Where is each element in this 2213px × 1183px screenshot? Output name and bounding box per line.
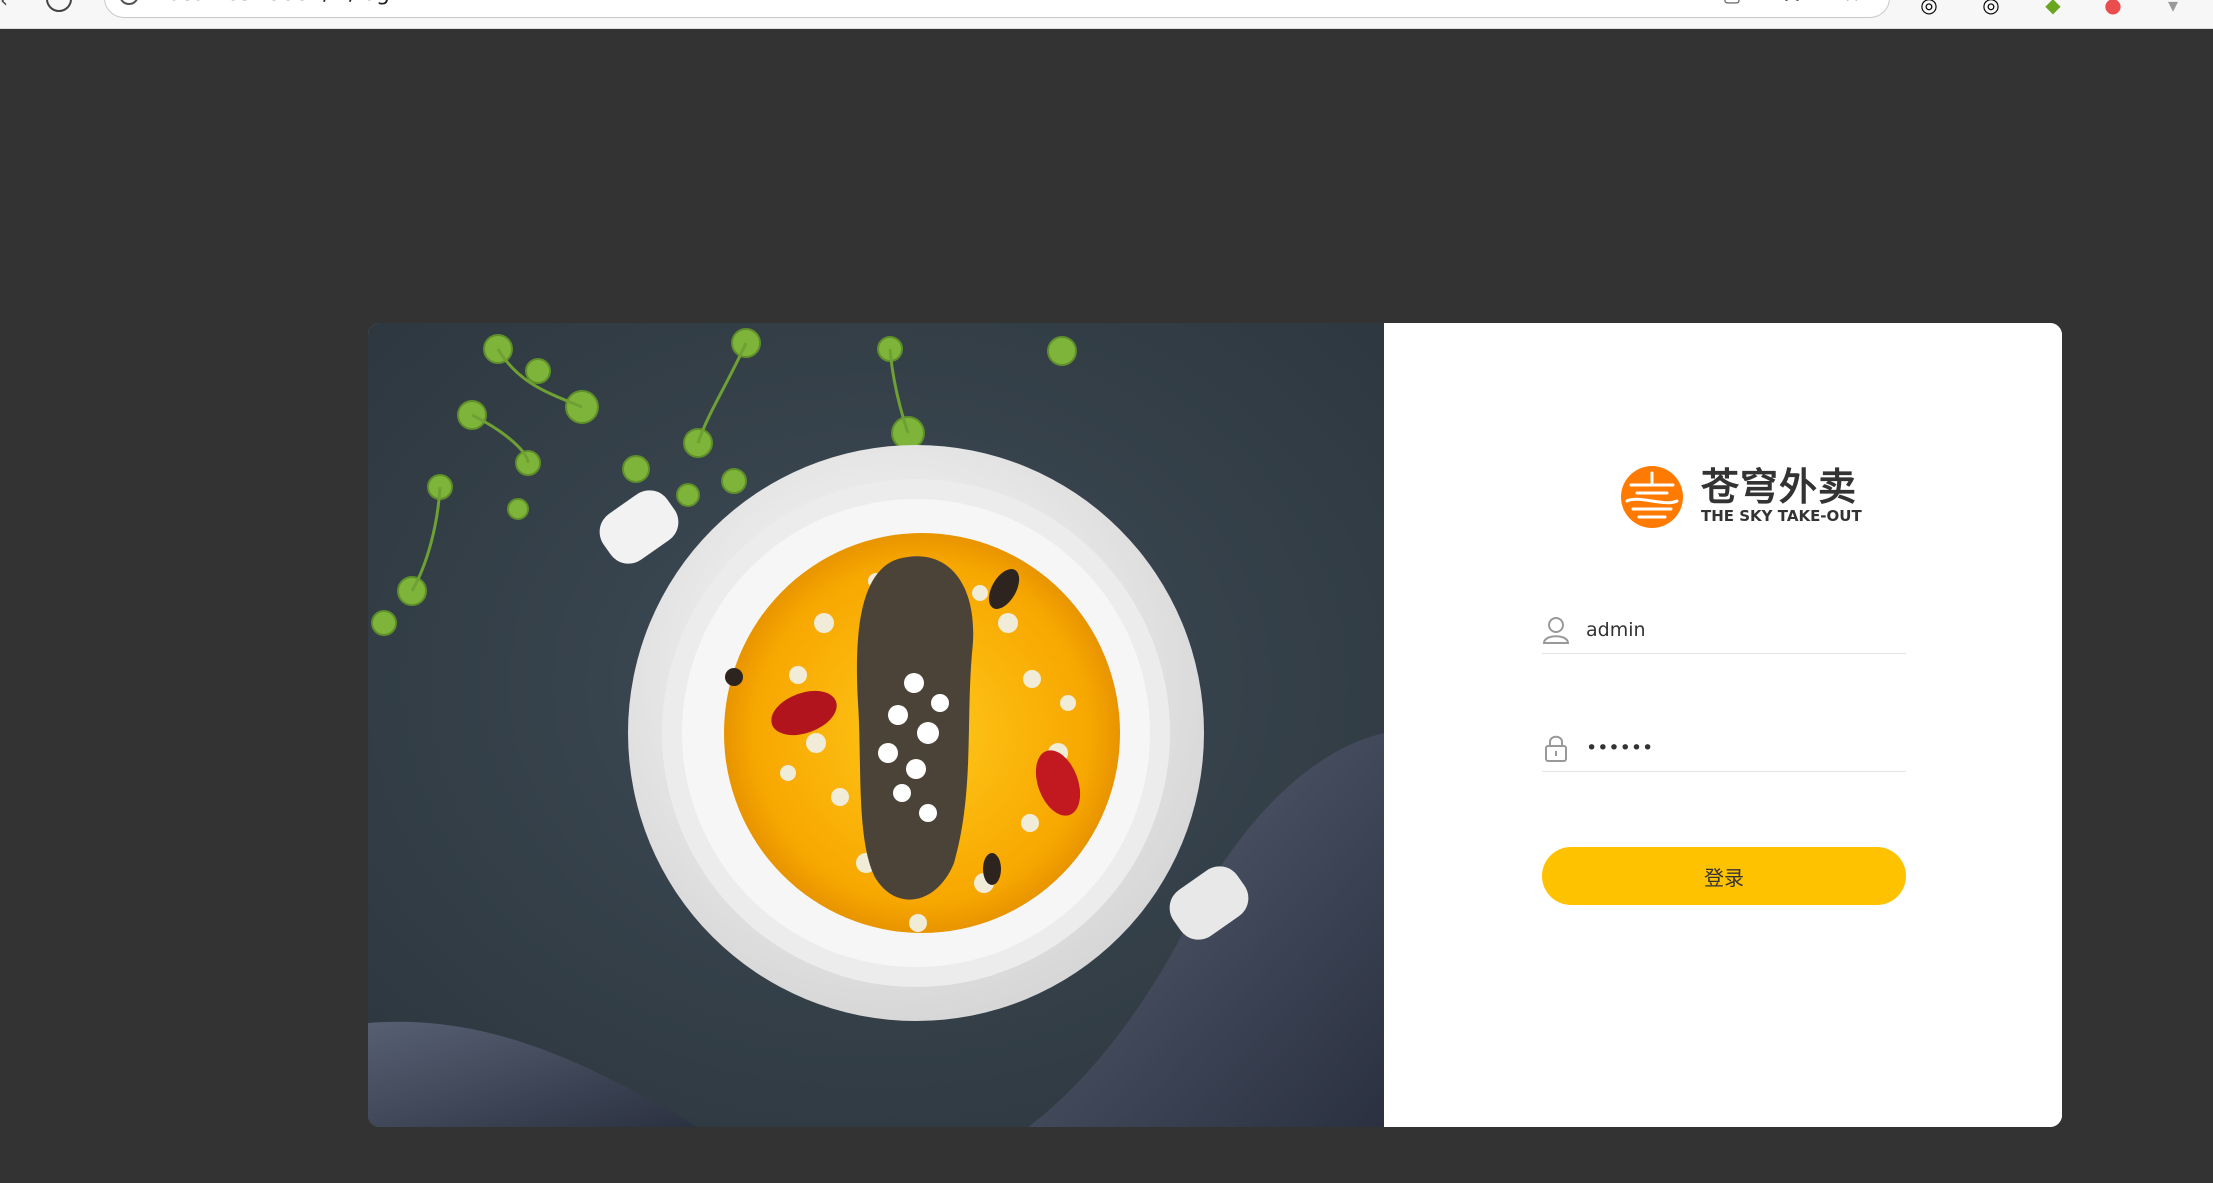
address-bar-url[interactable]: localhost:8081/#/login bbox=[161, 0, 410, 8]
extension-icon[interactable]: ◎ bbox=[1978, 0, 2004, 20]
refresh-icon[interactable] bbox=[46, 0, 72, 12]
hero-image bbox=[368, 323, 1384, 1127]
lock-icon bbox=[1545, 735, 1567, 762]
reader-view-icon[interactable]: ▢ bbox=[1721, 0, 1743, 5]
username-input[interactable] bbox=[1586, 613, 1902, 647]
user-icon bbox=[1542, 617, 1570, 644]
password-field bbox=[1542, 727, 1906, 772]
username-field bbox=[1542, 609, 1906, 654]
extension-icon[interactable]: ◆ bbox=[2040, 0, 2066, 20]
login-button[interactable]: 登录 bbox=[1542, 847, 1906, 905]
back-arrow-icon[interactable]: ‹ bbox=[0, 0, 14, 10]
sky-takeout-logo-icon bbox=[1621, 466, 1683, 528]
extension-icon[interactable]: ◎ bbox=[1916, 0, 1942, 20]
logo-title-cn: 苍穹外卖 bbox=[1701, 465, 1858, 509]
favorite-star-icon[interactable]: ☆ bbox=[1841, 0, 1863, 5]
app-logo: 苍穹外卖 THE SKY TAKE-OUT bbox=[1613, 461, 1869, 533]
extension-icon[interactable]: ● bbox=[2100, 0, 2126, 20]
food-photo bbox=[368, 323, 1384, 1127]
logo-title-en: THE SKY TAKE-OUT bbox=[1701, 507, 1862, 525]
address-bar[interactable]: localhost:8081/#/login ▢ A ☆ bbox=[104, 0, 1890, 18]
read-aloud-icon[interactable]: A bbox=[1781, 0, 1803, 5]
browser-toolbar: ‹ localhost:8081/#/login ▢ A ☆ ◎ ◎ ◆ ● ▾ bbox=[0, 0, 2213, 29]
menu-icon[interactable]: ▾ bbox=[2160, 0, 2186, 20]
login-form-panel: 苍穹外卖 THE SKY TAKE-OUT 登录 bbox=[1384, 323, 2062, 1127]
password-input[interactable] bbox=[1586, 731, 1902, 765]
login-card: 苍穹外卖 THE SKY TAKE-OUT 登录 bbox=[368, 323, 2062, 1127]
site-info-icon[interactable] bbox=[119, 0, 139, 5]
